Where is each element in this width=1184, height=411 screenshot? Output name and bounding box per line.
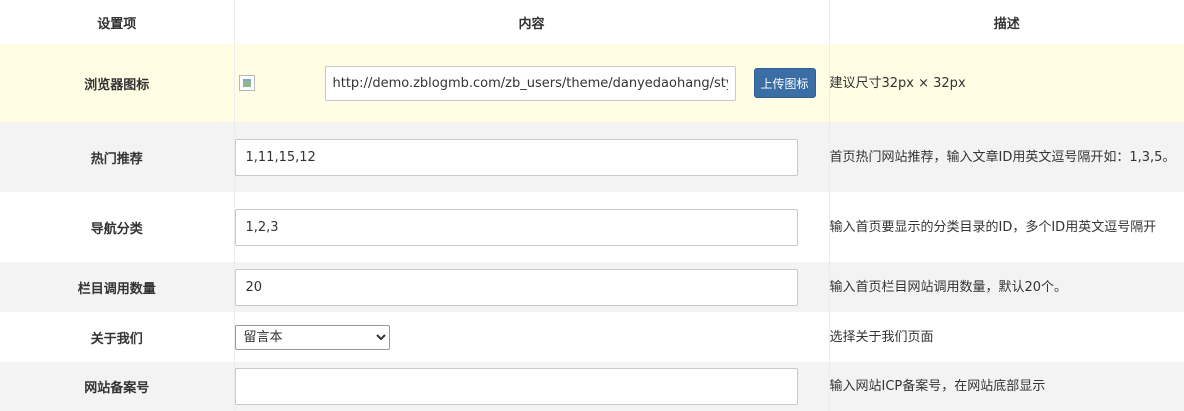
nav-category-input[interactable]	[234, 208, 798, 246]
setting-description: 首页热门网站推荐，输入文章ID用英文逗号隔开如：1,3,5。	[829, 122, 1184, 192]
about-page-select[interactable]: 留言本	[234, 324, 390, 350]
broken-image-icon	[238, 75, 255, 91]
setting-content: 上传图标	[234, 44, 830, 122]
header-description: 描述	[829, 0, 1184, 44]
table-row-icp: 网站备案号 输入网站ICP备案号，在网站底部显示	[0, 362, 1184, 411]
table-header-row: 设置项 内容 描述	[0, 0, 1184, 44]
header-setting: 设置项	[0, 0, 235, 44]
setting-description: 建议尺寸32px × 32px	[829, 44, 1184, 122]
setting-label: 栏目调用数量	[0, 262, 235, 312]
settings-table: 设置项 内容 描述 浏览器图标 上传图标 建议尺寸32px × 32px 热门推…	[0, 0, 1184, 411]
setting-label: 浏览器图标	[0, 44, 235, 122]
table-row-count: 栏目调用数量 输入首页栏目网站调用数量，默认20个。	[0, 262, 1184, 312]
setting-content	[234, 192, 830, 262]
setting-label: 热门推荐	[0, 122, 235, 192]
setting-label: 网站备案号	[0, 362, 235, 411]
setting-content	[234, 362, 830, 411]
hot-recommend-input[interactable]	[234, 138, 798, 176]
icp-number-input[interactable]	[234, 368, 798, 405]
upload-icon-button[interactable]: 上传图标	[753, 68, 816, 98]
table-row-favicon: 浏览器图标 上传图标 建议尺寸32px × 32px	[0, 44, 1184, 122]
table-row-hot: 热门推荐 首页热门网站推荐，输入文章ID用英文逗号隔开如：1,3,5。	[0, 122, 1184, 192]
setting-description: 选择关于我们页面	[829, 312, 1184, 362]
header-content: 内容	[234, 0, 830, 44]
setting-description: 输入网站ICP备案号，在网站底部显示	[829, 362, 1184, 411]
table-row-nav: 导航分类 输入首页要显示的分类目录的ID，多个ID用英文逗号隔开	[0, 192, 1184, 262]
setting-label: 导航分类	[0, 192, 235, 262]
column-count-input[interactable]	[234, 268, 798, 306]
setting-content	[234, 262, 830, 312]
setting-label: 关于我们	[0, 312, 235, 362]
table-row-about: 关于我们 留言本 选择关于我们页面	[0, 312, 1184, 362]
setting-description: 输入首页要显示的分类目录的ID，多个ID用英文逗号隔开	[829, 192, 1184, 262]
favicon-url-input[interactable]	[324, 65, 736, 101]
setting-description: 输入首页栏目网站调用数量，默认20个。	[829, 262, 1184, 312]
setting-content	[234, 122, 830, 192]
setting-content: 留言本	[234, 312, 830, 362]
